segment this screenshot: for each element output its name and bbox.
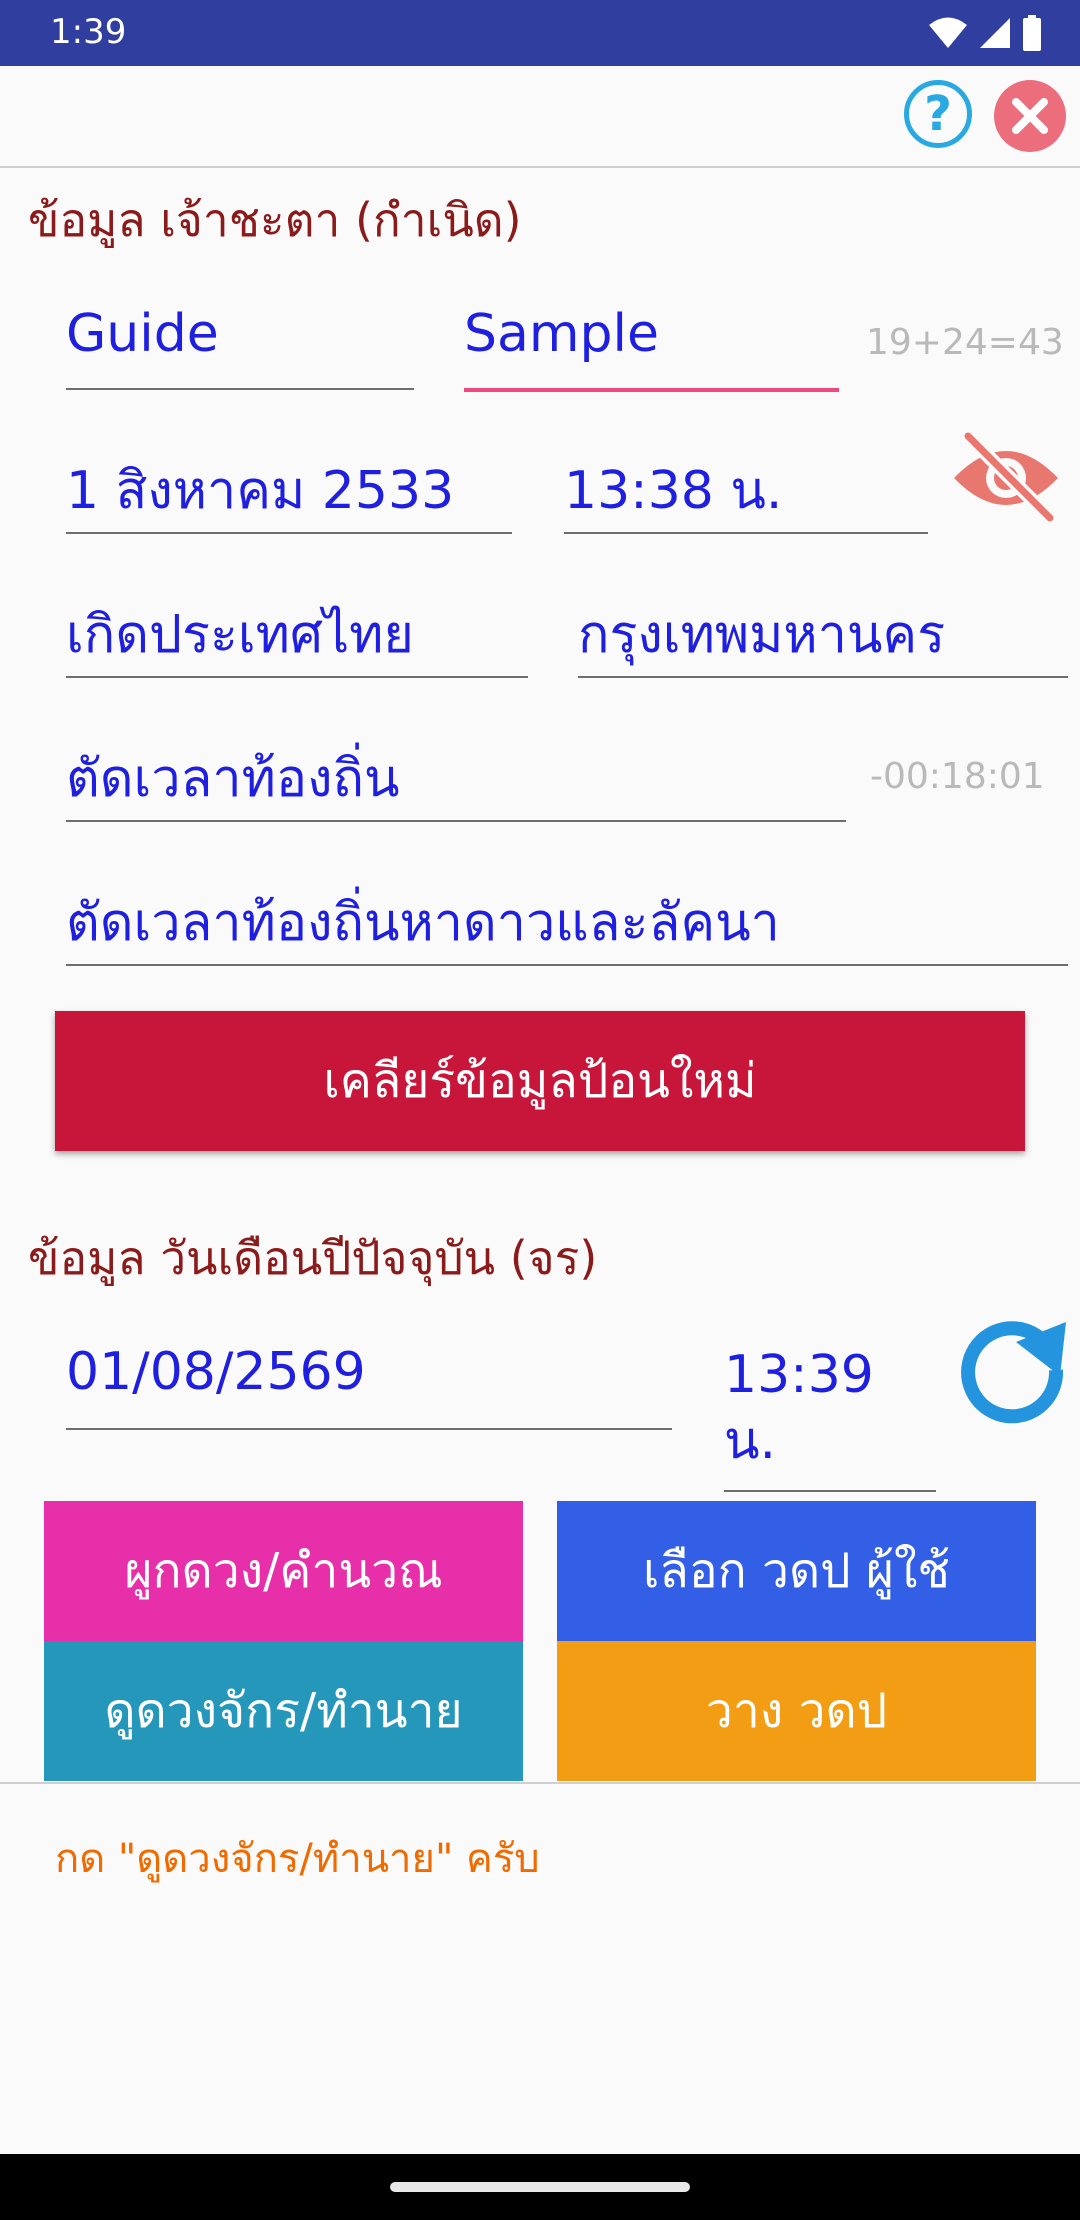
wifi-icon xyxy=(929,17,967,48)
help-icon: ? xyxy=(924,86,952,142)
signal-icon xyxy=(980,18,1010,48)
current-time-value: 13:39 xyxy=(724,1345,874,1405)
birth-country-field[interactable]: เกิดประเทศไทย xyxy=(66,592,528,678)
local-time-adjust-field[interactable]: ตัดเวลาท้องถิ่น xyxy=(66,736,846,822)
name-count-label: 19+24=43 xyxy=(866,322,1064,363)
current-time-unit: น. xyxy=(724,1411,777,1471)
current-section-title: ข้อมูล วันเดือนปีปัจจุบัน (จร) xyxy=(28,1231,598,1285)
birth-section-title: ข้อมูล เจ้าชะตา (กำเนิด) xyxy=(28,193,522,247)
current-time-field[interactable]: 13:39 น. xyxy=(724,1342,936,1492)
birth-time-field[interactable]: 13:38 น. xyxy=(564,448,928,534)
view-chart-button[interactable]: ดูดวงจักร/ทำนาย xyxy=(44,1641,523,1781)
bind-chart-button[interactable]: ผูกดวง/คำนวณ xyxy=(44,1501,523,1641)
local-time-offset-label: -00:18:01 xyxy=(870,756,1045,797)
local-time-planets-field[interactable]: ตัดเวลาท้องถิ่นหาดาวและลัคนา xyxy=(66,880,1068,966)
status-time: 1:39 xyxy=(50,12,127,52)
birth-date-field[interactable]: 1 สิงหาคม 2533 xyxy=(66,448,512,534)
battery-icon xyxy=(1023,15,1041,51)
status-icons xyxy=(928,14,1042,52)
birth-province-field[interactable]: กรุงเทพมหานคร xyxy=(578,592,1068,678)
current-date-field[interactable]: 01/08/2569 xyxy=(66,1342,672,1430)
clear-input-button[interactable]: เคลียร์ข้อมูลป้อนใหม่ xyxy=(55,1011,1025,1151)
help-button[interactable]: ? xyxy=(904,80,972,148)
status-bar: 1:39 xyxy=(0,0,1080,66)
instruction-message: กด "ดูดวงจักร/ทำนาย" ครับ xyxy=(55,1836,540,1882)
refresh-icon[interactable] xyxy=(954,1312,1070,1428)
select-user-date-button[interactable]: เลือก วดป ผู้ใช้ xyxy=(557,1501,1036,1641)
home-handle[interactable] xyxy=(390,2182,690,2192)
place-date-button[interactable]: วาง วดป xyxy=(557,1641,1036,1781)
close-button[interactable] xyxy=(994,80,1066,152)
toolbar-divider xyxy=(0,166,1080,168)
visibility-off-icon[interactable] xyxy=(946,428,1066,528)
bottom-divider xyxy=(0,1782,1080,1784)
last-name-field[interactable]: Sample xyxy=(464,304,839,392)
first-name-field[interactable]: Guide xyxy=(66,304,414,390)
close-icon xyxy=(1012,98,1048,134)
